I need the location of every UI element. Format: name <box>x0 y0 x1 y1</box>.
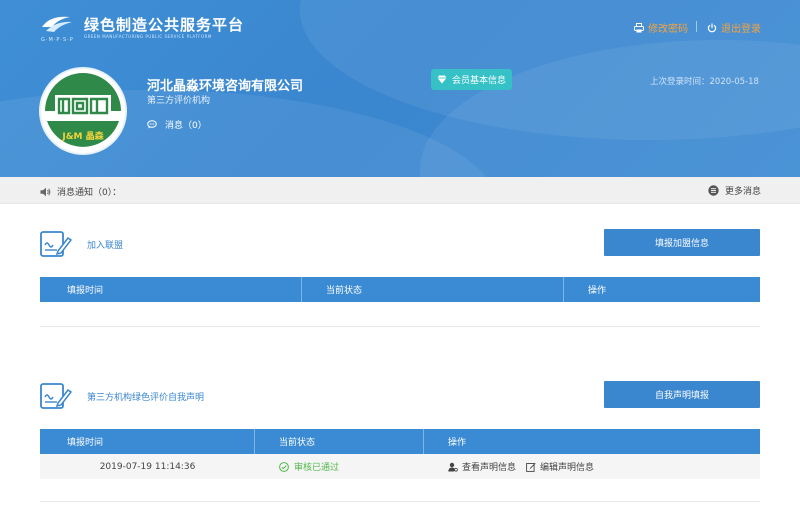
printer-icon <box>634 22 644 32</box>
declaration-table-header: 填报时间 当前状态 操作 <box>40 429 760 454</box>
messages-label: 消息（0） <box>165 121 207 131</box>
declaration-col-actions: 操作 <box>448 438 467 448</box>
declaration-col-time: 填报时间 <box>40 429 255 454</box>
logout-link[interactable]: 退出登录 <box>707 20 761 35</box>
speaker-icon <box>40 187 51 196</box>
notice-label: 消息通知（0）： <box>57 188 122 198</box>
chat-bubble-icon <box>147 120 157 129</box>
edit-icon <box>526 462 536 472</box>
messages-link[interactable]: 消息（0） <box>147 118 207 131</box>
self-declaration-button[interactable]: 自我声明填报 <box>604 381 760 408</box>
notice-bar: 消息通知（0）： 更多消息 <box>0 177 800 204</box>
top-bar: G·M·P·S·P 绿色制造公共服务平台 GREEN MANUFACTURING… <box>0 0 800 50</box>
fill-join-info-button[interactable]: 填报加盟信息 <box>604 229 760 256</box>
declaration-table-divider <box>40 501 760 502</box>
table-row: 2019-07-19 11:14:36 审核已通过 查看声明信息 编辑声明信息 <box>40 454 760 479</box>
last-login-time: 上次登录时间：2020-05-18 <box>650 77 759 87</box>
member-info-button[interactable]: 会员基本信息 <box>431 69 512 90</box>
self-declaration-label: 自我声明填报 <box>654 391 709 401</box>
edit-declaration-link[interactable]: 编辑声明信息 <box>526 460 594 473</box>
site-subtitle: GREEN MANUFACTURING PUBLIC SERVICE PLATF… <box>84 34 212 39</box>
org-type: 第三方评价机构 <box>147 96 211 106</box>
change-password-label: 修改密码 <box>648 24 688 35</box>
form-edit-icon <box>40 231 72 257</box>
notice-label-group: 消息通知（0）： <box>40 185 121 198</box>
company-avatar: J&M 晶森 <box>39 67 127 155</box>
declaration-section-title: 第三方机构绿色评价自我声明 <box>87 393 205 403</box>
view-declaration-label: 查看声明信息 <box>462 463 517 473</box>
join-table-divider <box>40 326 760 327</box>
user-view-icon <box>448 462 458 472</box>
more-messages-label: 更多消息 <box>725 187 762 197</box>
platform-logo-icon <box>42 16 72 32</box>
row-actions: 查看声明信息 编辑声明信息 <box>424 454 760 479</box>
site-title: 绿色制造公共服务平台 <box>84 16 245 34</box>
form-edit-icon <box>40 383 72 409</box>
top-divider <box>696 21 697 32</box>
change-password-link[interactable]: 修改密码 <box>634 20 688 35</box>
join-col-status: 当前状态 <box>302 277 564 302</box>
edit-declaration-label: 编辑声明信息 <box>540 463 595 473</box>
status-text: 审核已通过 <box>294 463 340 473</box>
company-name: 河北晶淼环境咨询有限公司 <box>147 79 304 94</box>
declaration-col-status: 当前状态 <box>255 429 424 454</box>
more-messages-link[interactable]: 更多消息 <box>708 184 761 197</box>
status-badge: 审核已通过 <box>279 460 339 473</box>
join-table-header: 填报时间 当前状态 操作 <box>40 277 760 302</box>
join-col-time: 填报时间 <box>40 277 302 302</box>
logo-subtext: G·M·P·S·P <box>41 37 74 43</box>
view-declaration-link[interactable]: 查看声明信息 <box>448 460 516 473</box>
logout-label: 退出登录 <box>721 24 761 35</box>
row-time: 2019-07-19 11:14:36 <box>99 461 196 472</box>
row-status: 审核已通过 <box>255 454 424 479</box>
check-circle-icon <box>279 461 289 472</box>
join-section-title: 加入联盟 <box>87 241 124 251</box>
avatar-caption: J&M 晶森 <box>62 132 104 142</box>
list-circle-icon <box>708 185 719 196</box>
header-banner: G·M·P·S·P 绿色制造公共服务平台 GREEN MANUFACTURING… <box>0 0 800 177</box>
fill-join-info-label: 填报加盟信息 <box>654 239 709 249</box>
member-info-label: 会员基本信息 <box>451 76 506 86</box>
power-icon <box>707 23 717 32</box>
diamond-icon <box>437 75 447 84</box>
join-col-actions: 操作 <box>588 286 607 296</box>
